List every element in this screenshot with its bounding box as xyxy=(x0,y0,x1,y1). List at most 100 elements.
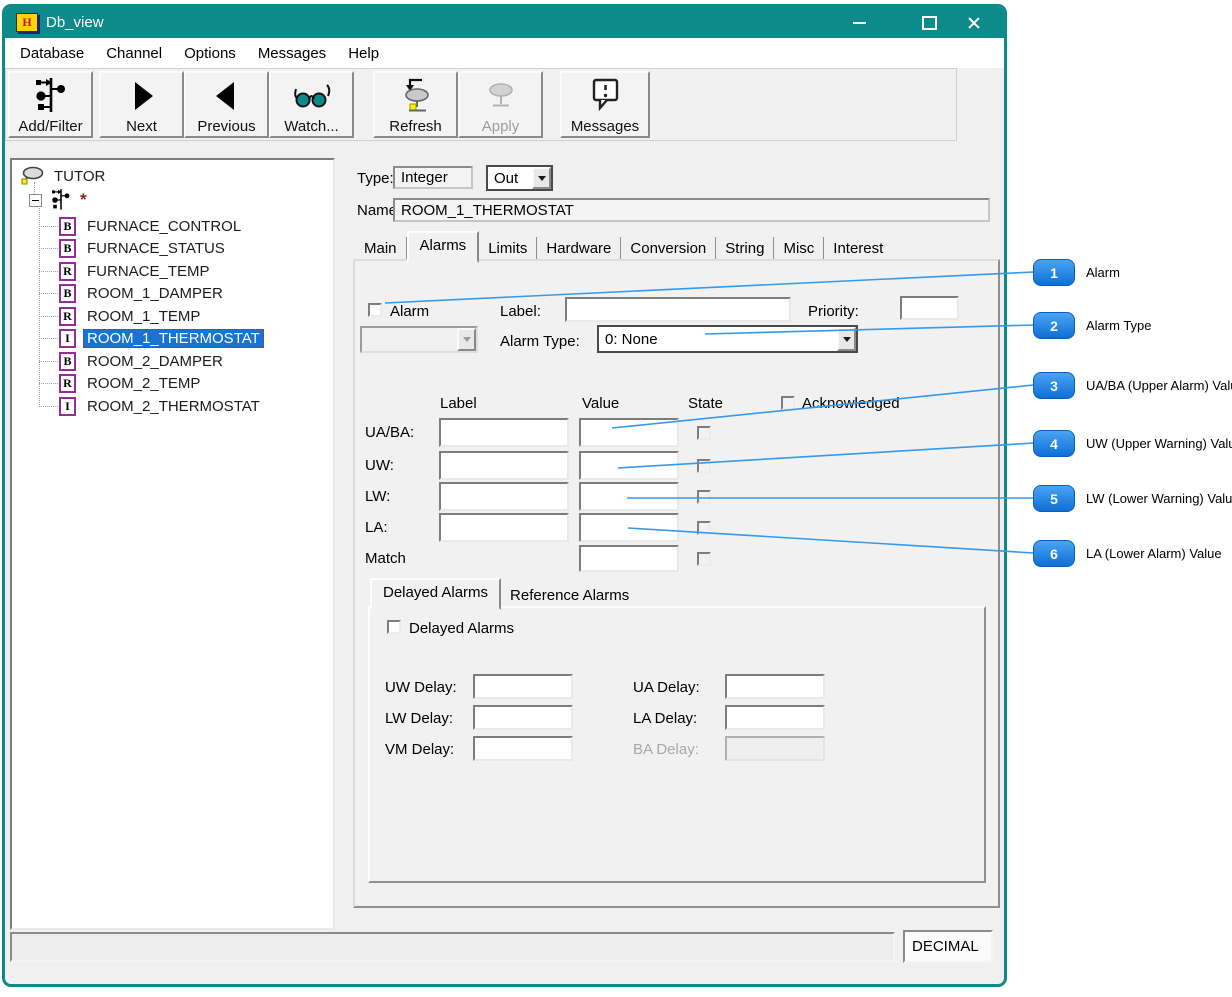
ua-delay-label: UA Delay: xyxy=(633,679,700,696)
lw-delay-label: LW Delay: xyxy=(385,710,453,727)
la-label-input[interactable] xyxy=(439,513,569,542)
tab-string[interactable]: String xyxy=(716,237,774,261)
status-message-bar xyxy=(10,932,895,962)
ba-delay-input[interactable] xyxy=(725,736,825,761)
callout-2-badge: 2 xyxy=(1033,312,1075,339)
maximize-button[interactable] xyxy=(909,7,949,38)
close-button[interactable] xyxy=(954,7,994,38)
tab-reference-alarms[interactable]: Reference Alarms xyxy=(501,584,638,608)
alarm-checkbox-label: Alarm xyxy=(390,303,429,320)
acknowledged-checkbox[interactable] xyxy=(781,396,795,410)
match-state-checkbox[interactable] xyxy=(697,552,711,566)
tree-item-furnace-status[interactable]: B FURNACE_STATUS xyxy=(39,237,229,259)
alarm-type-combobox[interactable]: 0: None xyxy=(597,325,858,353)
tree-item-room2-damper[interactable]: B ROOM_2_DAMPER xyxy=(39,350,227,372)
delayed-alarms-checkbox[interactable] xyxy=(387,620,401,634)
name-value-field: ROOM_1_THERMOSTAT xyxy=(393,198,990,222)
vm-delay-input[interactable] xyxy=(473,736,573,761)
alarm-type-dropdown-button[interactable] xyxy=(837,327,856,351)
tab-hardware[interactable]: Hardware xyxy=(537,237,621,261)
tab-conversion[interactable]: Conversion xyxy=(621,237,716,261)
tree-item-room1-damper[interactable]: B ROOM_1_DAMPER xyxy=(39,282,227,304)
screenshot-canvas: H Db_view Database Channel Options Messa… xyxy=(0,0,1232,997)
record-tabstrip: Main Alarms Limits Hardware Conversion S… xyxy=(355,234,892,261)
messages-button[interactable]: Messages xyxy=(560,71,650,138)
title-bar[interactable]: H Db_view xyxy=(5,7,1004,38)
alarm-label-input[interactable] xyxy=(565,297,791,322)
alarm-type-value: 0: None xyxy=(599,331,837,348)
minimize-icon xyxy=(853,22,866,24)
label-field-label: Label: xyxy=(500,303,541,320)
tree-root[interactable]: TUTOR xyxy=(20,165,109,187)
filter-node-icon xyxy=(48,188,74,212)
window-title: Db_view xyxy=(46,14,104,31)
lw-state-checkbox[interactable] xyxy=(697,490,711,504)
disabled-dropdown-button xyxy=(457,328,476,351)
minimize-button[interactable] xyxy=(839,7,879,38)
la-state-checkbox[interactable] xyxy=(697,521,711,535)
watch-button[interactable]: Watch... xyxy=(269,71,354,138)
tree-item-room2-temp[interactable]: R ROOM_2_TEMP xyxy=(39,372,204,394)
tab-limits[interactable]: Limits xyxy=(479,237,537,261)
uaba-state-checkbox[interactable] xyxy=(697,426,711,440)
add-filter-button[interactable]: Add/Filter xyxy=(8,71,93,138)
type-letter-icon: B xyxy=(59,352,76,371)
type-letter-icon: B xyxy=(59,217,76,236)
lw-delay-input[interactable] xyxy=(473,705,573,730)
apply-button[interactable]: Apply xyxy=(458,71,543,138)
callout-2-label: Alarm Type xyxy=(1086,312,1152,339)
lw-value-input[interactable] xyxy=(579,482,679,511)
refresh-button[interactable]: Refresh xyxy=(373,71,458,138)
ua-delay-input[interactable] xyxy=(725,674,825,699)
uaba-label-input[interactable] xyxy=(439,418,569,447)
la-delay-input[interactable] xyxy=(725,705,825,730)
menu-channel[interactable]: Channel xyxy=(95,41,173,66)
tree-item-room2-thermostat[interactable]: I ROOM_2_THERMOSTAT xyxy=(39,395,264,417)
la-value-input[interactable] xyxy=(579,513,679,542)
maximize-icon xyxy=(922,16,937,30)
tree-item-furnace-control[interactable]: B FURNACE_CONTROL xyxy=(39,215,245,237)
match-value-input[interactable] xyxy=(579,545,679,572)
tree-branch[interactable]: * xyxy=(48,189,87,211)
uw-delay-input[interactable] xyxy=(473,674,573,699)
menu-help[interactable]: Help xyxy=(337,41,390,66)
callout-6-badge: 6 xyxy=(1033,540,1075,567)
alarm-checkbox[interactable] xyxy=(368,303,382,317)
tree-item-room1-temp[interactable]: R ROOM_1_TEMP xyxy=(39,305,204,327)
direction-dropdown-button[interactable] xyxy=(532,167,551,189)
type-label: Type: xyxy=(357,170,394,187)
uw-value-input[interactable] xyxy=(579,451,679,480)
previous-button[interactable]: Previous xyxy=(184,71,269,138)
tab-misc[interactable]: Misc xyxy=(774,237,824,261)
tree-item-room1-thermostat[interactable]: I ROOM_1_THERMOSTAT xyxy=(39,327,264,349)
tree-item-furnace-temp[interactable]: R FURNACE_TEMP xyxy=(39,260,214,282)
tab-interest[interactable]: Interest xyxy=(824,237,892,261)
tab-delayed-alarms[interactable]: Delayed Alarms xyxy=(370,578,501,610)
uw-state-checkbox[interactable] xyxy=(697,459,711,473)
app-icon: H xyxy=(16,13,38,32)
type-letter-icon: I xyxy=(59,397,76,416)
tab-alarms[interactable]: Alarms xyxy=(407,231,480,263)
priority-label: Priority: xyxy=(808,303,859,320)
tree-collapse-toggle[interactable] xyxy=(29,194,42,207)
previous-label: Previous xyxy=(197,118,255,135)
type-letter-icon: I xyxy=(59,329,76,348)
priority-input[interactable] xyxy=(900,296,959,320)
next-icon xyxy=(124,73,160,118)
chevron-down-icon xyxy=(463,337,471,342)
menu-options[interactable]: Options xyxy=(173,41,247,66)
menu-messages[interactable]: Messages xyxy=(247,41,337,66)
callout-1-badge: 1 xyxy=(1033,259,1075,286)
lw-label-input[interactable] xyxy=(439,482,569,511)
disabled-combobox[interactable] xyxy=(360,326,478,353)
uw-label-input[interactable] xyxy=(439,451,569,480)
close-icon xyxy=(967,16,981,30)
menu-database[interactable]: Database xyxy=(9,41,95,66)
tab-main[interactable]: Main xyxy=(355,237,407,261)
row-label-lw: LW: xyxy=(365,488,390,505)
next-button[interactable]: Next xyxy=(99,71,184,138)
type-value-field: Integer xyxy=(393,166,473,189)
uaba-value-input[interactable] xyxy=(579,418,679,447)
direction-combobox[interactable]: Out xyxy=(486,165,553,191)
uw-delay-label: UW Delay: xyxy=(385,679,457,696)
